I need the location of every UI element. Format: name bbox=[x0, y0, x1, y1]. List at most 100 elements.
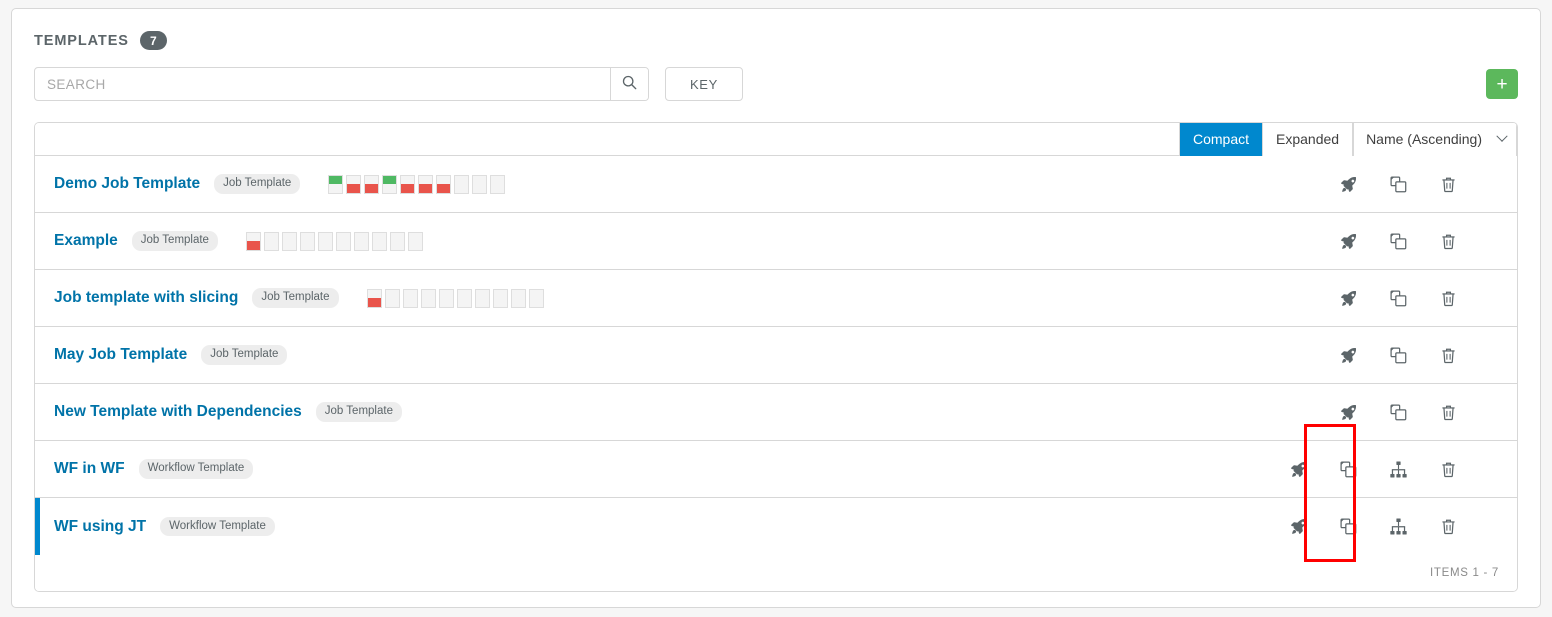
job-status-square-none[interactable] bbox=[474, 288, 490, 308]
job-status-square-none[interactable] bbox=[490, 174, 506, 194]
sort-dropdown[interactable]: Name (Ascending) bbox=[1353, 123, 1517, 156]
copy-icon bbox=[1339, 460, 1358, 479]
job-status-square-ok[interactable] bbox=[382, 174, 398, 194]
rocket-icon bbox=[1339, 289, 1358, 308]
job-status-square-none[interactable] bbox=[263, 231, 279, 251]
job-status-square-none[interactable] bbox=[317, 231, 333, 251]
job-status-square-none[interactable] bbox=[510, 288, 526, 308]
page-title: TEMPLATES bbox=[34, 32, 129, 49]
copy-button[interactable] bbox=[1373, 335, 1423, 375]
table-row[interactable]: WF in WF Workflow Template bbox=[35, 441, 1517, 498]
templates-card: TEMPLATES 7 KEY + bbox=[11, 8, 1541, 608]
template-name-link[interactable]: WF using JT bbox=[54, 518, 146, 536]
row-actions bbox=[1273, 507, 1517, 547]
copy-icon bbox=[1389, 232, 1408, 251]
template-name-link[interactable]: Demo Job Template bbox=[54, 175, 200, 193]
job-status-square-err[interactable] bbox=[436, 174, 452, 194]
job-status-square-none[interactable] bbox=[420, 288, 436, 308]
copy-button[interactable] bbox=[1373, 278, 1423, 318]
copy-button[interactable] bbox=[1373, 392, 1423, 432]
rocket-button[interactable] bbox=[1323, 221, 1373, 261]
template-name-link[interactable]: New Template with Dependencies bbox=[54, 403, 302, 421]
trash-button[interactable] bbox=[1423, 449, 1473, 489]
job-status-square-err[interactable] bbox=[418, 174, 434, 194]
job-status-square-none[interactable] bbox=[492, 288, 508, 308]
card-header: TEMPLATES 7 bbox=[34, 31, 167, 50]
key-button[interactable]: KEY bbox=[665, 67, 743, 101]
trash-button[interactable] bbox=[1423, 221, 1473, 261]
table-row[interactable]: New Template with Dependencies Job Templa… bbox=[35, 384, 1517, 441]
trash-button[interactable] bbox=[1423, 392, 1473, 432]
trash-button[interactable] bbox=[1423, 278, 1473, 318]
table-row[interactable]: May Job Template Job Template bbox=[35, 327, 1517, 384]
rocket-button[interactable] bbox=[1323, 164, 1373, 204]
copy-button[interactable] bbox=[1373, 164, 1423, 204]
job-status-square-none[interactable] bbox=[281, 231, 297, 251]
job-status-square-err[interactable] bbox=[400, 174, 416, 194]
view-mode-compact[interactable]: Compact bbox=[1179, 123, 1263, 156]
copy-button[interactable] bbox=[1323, 507, 1373, 547]
job-status-square-none[interactable] bbox=[335, 231, 351, 251]
sitemap-button[interactable] bbox=[1373, 507, 1423, 547]
job-status-square-none[interactable] bbox=[438, 288, 454, 308]
rocket-button[interactable] bbox=[1323, 392, 1373, 432]
job-status-square-none[interactable] bbox=[472, 174, 488, 194]
job-status-square-none[interactable] bbox=[454, 174, 470, 194]
job-status-square-none[interactable] bbox=[353, 231, 369, 251]
table-row[interactable]: Example Job Template bbox=[35, 213, 1517, 270]
template-type-badge: Job Template bbox=[201, 345, 288, 365]
job-status-square-none[interactable] bbox=[384, 288, 400, 308]
copy-icon bbox=[1339, 517, 1358, 536]
table-row[interactable]: Demo Job Template Job Template bbox=[35, 156, 1517, 213]
trash-button[interactable] bbox=[1423, 507, 1473, 547]
job-status-square-none[interactable] bbox=[389, 231, 405, 251]
trash-button[interactable] bbox=[1423, 335, 1473, 375]
rocket-button[interactable] bbox=[1273, 449, 1323, 489]
template-name-link[interactable]: Job template with slicing bbox=[54, 289, 238, 307]
rocket-button[interactable] bbox=[1273, 507, 1323, 547]
sitemap-icon bbox=[1389, 517, 1408, 536]
add-template-button[interactable]: + bbox=[1486, 69, 1518, 99]
row-actions bbox=[1273, 449, 1517, 489]
template-count-badge: 7 bbox=[139, 31, 167, 50]
copy-button[interactable] bbox=[1323, 449, 1373, 489]
copy-button[interactable] bbox=[1373, 221, 1423, 261]
rows-container: Demo Job Template Job Template Example Job… bbox=[35, 156, 1517, 555]
job-status-square-none[interactable] bbox=[402, 288, 418, 308]
search-row: KEY bbox=[34, 67, 743, 101]
job-status-square-err[interactable] bbox=[346, 174, 362, 194]
trash-icon bbox=[1439, 346, 1458, 365]
job-status-square-err[interactable] bbox=[364, 174, 380, 194]
toolbar-controls: Compact Expanded Name (Ascending) bbox=[1178, 123, 1517, 156]
job-status-square-err[interactable] bbox=[366, 288, 382, 308]
rocket-button[interactable] bbox=[1323, 278, 1373, 318]
search-input[interactable] bbox=[35, 68, 610, 100]
job-status-square-none[interactable] bbox=[456, 288, 472, 308]
template-name-link[interactable]: WF in WF bbox=[54, 460, 125, 478]
copy-icon bbox=[1389, 403, 1408, 422]
search-icon bbox=[622, 75, 637, 93]
rocket-button[interactable] bbox=[1323, 335, 1373, 375]
job-status-square-none[interactable] bbox=[371, 231, 387, 251]
copy-icon bbox=[1389, 289, 1408, 308]
copy-icon bbox=[1389, 346, 1408, 365]
rocket-icon bbox=[1289, 517, 1308, 536]
template-name-link[interactable]: Example bbox=[54, 232, 118, 250]
template-name-link[interactable]: May Job Template bbox=[54, 346, 187, 364]
table-row[interactable]: Job template with slicing Job Template bbox=[35, 270, 1517, 327]
search-submit-button[interactable] bbox=[610, 68, 648, 100]
job-status-sparkline bbox=[245, 231, 423, 251]
sitemap-button[interactable] bbox=[1373, 449, 1423, 489]
copy-icon bbox=[1389, 175, 1408, 194]
job-status-square-none[interactable] bbox=[407, 231, 423, 251]
trash-button[interactable] bbox=[1423, 164, 1473, 204]
template-type-badge: Job Template bbox=[214, 174, 301, 194]
trash-icon bbox=[1439, 289, 1458, 308]
job-status-square-ok[interactable] bbox=[328, 174, 344, 194]
job-status-square-none[interactable] bbox=[528, 288, 544, 308]
row-actions bbox=[1323, 164, 1517, 204]
table-row[interactable]: WF using JT Workflow Template bbox=[35, 498, 1517, 555]
job-status-square-none[interactable] bbox=[299, 231, 315, 251]
job-status-square-err[interactable] bbox=[245, 231, 261, 251]
view-mode-expanded[interactable]: Expanded bbox=[1263, 123, 1353, 156]
